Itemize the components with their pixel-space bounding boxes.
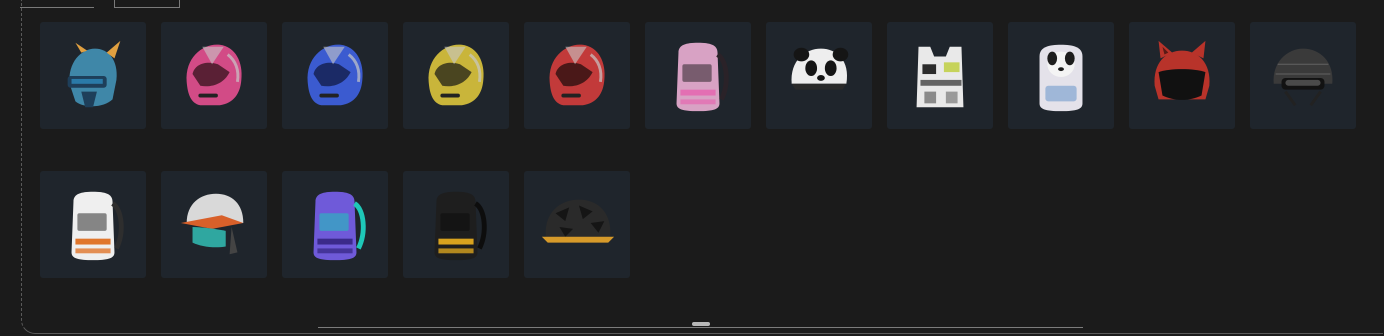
inventory-screen [0, 0, 1384, 336]
backpack-item-pink-leopard[interactable] [645, 22, 751, 129]
army-helmet-icon [536, 184, 618, 266]
vest-item-camo[interactable] [887, 22, 993, 129]
scrollbar-thumb[interactable] [692, 322, 710, 326]
dog-backpack-icon [1020, 35, 1102, 117]
helmet-item-panda[interactable] [766, 22, 872, 129]
helmet-item-cat-ears[interactable] [1129, 22, 1235, 129]
inventory-grid [40, 22, 1370, 320]
armor-vest-icon [899, 35, 981, 117]
helmet-item-pink-visor[interactable] [161, 22, 267, 129]
backpack-item-black-gold[interactable] [403, 171, 509, 278]
open-helmet-icon [173, 184, 255, 266]
backpack-icon [294, 184, 376, 266]
horned-helmet-icon [52, 35, 134, 117]
motorcycle-helmet-icon [536, 35, 618, 117]
helmet-item-yellow-camo[interactable] [524, 171, 630, 278]
motorcycle-helmet-icon [173, 35, 255, 117]
panda-helmet-icon [778, 35, 860, 117]
motorcycle-helmet-icon [294, 35, 376, 117]
helmet-item-blue-visor[interactable] [282, 22, 388, 129]
helmet-item-yellow-visor[interactable] [403, 22, 509, 129]
backpack-item-neon-camo[interactable] [282, 171, 388, 278]
tactical-helmet-icon [1262, 35, 1344, 117]
motorcycle-helmet-icon [415, 35, 497, 117]
inventory-row [40, 171, 1370, 278]
helmet-item-orange-visor[interactable] [161, 171, 267, 278]
backpack-item-dog[interactable] [1008, 22, 1114, 129]
backpack-icon [415, 184, 497, 266]
cat-helmet-icon [1141, 35, 1223, 117]
backpack-icon [52, 184, 134, 266]
helmet-item-red-visor[interactable] [524, 22, 630, 129]
helmet-item-blue-horned[interactable] [40, 22, 146, 129]
horizontal-scrollbar-track[interactable] [318, 327, 1083, 328]
backpack-item-white-orange[interactable] [40, 171, 146, 278]
inventory-row [40, 22, 1370, 129]
backpack-icon [657, 35, 739, 117]
helmet-item-carbon[interactable] [1250, 22, 1356, 129]
